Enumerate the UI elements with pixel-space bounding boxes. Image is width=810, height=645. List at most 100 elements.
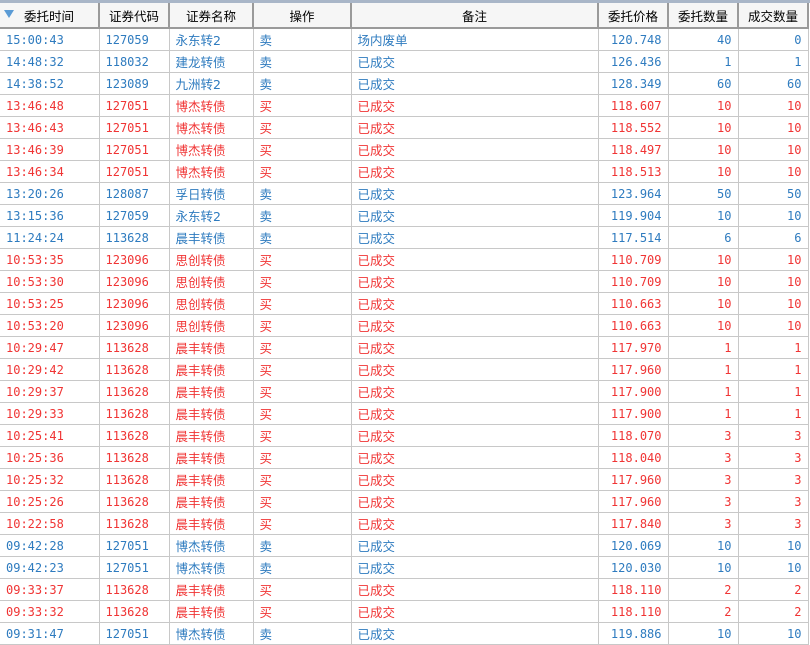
cell-order-qty: 2 xyxy=(668,578,739,601)
cell-code: 113628 xyxy=(99,336,170,359)
table-row[interactable]: 13:46:34 127051 博杰转债买已成交 118.513 10 10 xyxy=(0,160,809,183)
cell-filled-qty: 3 xyxy=(738,512,809,535)
cell-order-qty: 10 xyxy=(668,160,739,183)
cell-action: 买 xyxy=(253,270,352,293)
cell-filled-qty: 10 xyxy=(738,556,809,579)
cell-name: 思创转债 xyxy=(169,292,254,315)
cell-price: 110.663 xyxy=(598,292,669,315)
col-order-qty[interactable]: 委托数量 xyxy=(668,3,739,29)
cell-filled-qty: 0 xyxy=(738,28,809,51)
cell-name: 永东转2 xyxy=(169,28,254,51)
cell-order-time: 10:29:37 xyxy=(0,380,100,403)
cell-filled-qty: 1 xyxy=(738,336,809,359)
cell-name: 思创转债 xyxy=(169,270,254,293)
cell-code: 127051 xyxy=(99,160,170,183)
cell-order-qty: 10 xyxy=(668,622,739,645)
cell-price: 126.436 xyxy=(598,50,669,73)
cell-price: 110.663 xyxy=(598,314,669,337)
cell-order-qty: 3 xyxy=(668,512,739,535)
table-header: 委托时间 证券代码 证券名称 操作 备注 委托价格 委托数量 成交数量 xyxy=(0,3,809,29)
cell-filled-qty: 10 xyxy=(738,138,809,161)
cell-remark: 已成交 xyxy=(351,534,599,557)
cell-filled-qty: 10 xyxy=(738,204,809,227)
table-row[interactable]: 10:29:33 113628 晨丰转债买已成交 117.900 1 1 xyxy=(0,402,809,425)
cell-remark: 已成交 xyxy=(351,380,599,403)
table-row[interactable]: 10:25:32 113628 晨丰转债买已成交 117.960 3 3 xyxy=(0,468,809,491)
table-row[interactable]: 14:48:32 118032 建龙转债卖已成交 126.436 1 1 xyxy=(0,50,809,73)
cell-code: 113628 xyxy=(99,490,170,513)
col-order-time[interactable]: 委托时间 xyxy=(0,3,100,29)
cell-code: 127051 xyxy=(99,94,170,117)
cell-action: 买 xyxy=(253,94,352,117)
table-row[interactable]: 09:33:32 113628 晨丰转债买已成交 118.110 2 2 xyxy=(0,600,809,623)
col-name[interactable]: 证券名称 xyxy=(169,3,254,29)
col-filled-qty[interactable]: 成交数量 xyxy=(738,3,809,29)
table-row[interactable]: 10:25:41 113628 晨丰转债买已成交 118.070 3 3 xyxy=(0,424,809,447)
col-remark[interactable]: 备注 xyxy=(351,3,599,29)
cell-code: 123096 xyxy=(99,270,170,293)
cell-order-time: 10:53:35 xyxy=(0,248,100,271)
cell-name: 晨丰转债 xyxy=(169,380,254,403)
cell-order-time: 11:24:24 xyxy=(0,226,100,249)
cell-name: 博杰转债 xyxy=(169,556,254,579)
cell-code: 113628 xyxy=(99,578,170,601)
cell-filled-qty: 10 xyxy=(738,292,809,315)
table-row[interactable]: 10:53:20 123096 思创转债买已成交 110.663 10 10 xyxy=(0,314,809,337)
cell-action: 买 xyxy=(253,248,352,271)
cell-price: 120.030 xyxy=(598,556,669,579)
cell-code: 123096 xyxy=(99,314,170,337)
table-row[interactable]: 11:24:24 113628 晨丰转债卖已成交 117.514 6 6 xyxy=(0,226,809,249)
cell-name: 博杰转债 xyxy=(169,160,254,183)
table-row[interactable]: 10:22:58 113628 晨丰转债买已成交 117.840 3 3 xyxy=(0,512,809,535)
table-row[interactable]: 10:29:42 113628 晨丰转债买已成交 117.960 1 1 xyxy=(0,358,809,381)
col-code[interactable]: 证券代码 xyxy=(99,3,170,29)
cell-order-qty: 1 xyxy=(668,402,739,425)
cell-filled-qty: 3 xyxy=(738,490,809,513)
table-row[interactable]: 13:15:36 127059 永东转2 卖已成交 119.904 10 10 xyxy=(0,204,809,227)
cell-order-qty: 3 xyxy=(668,446,739,469)
cell-action: 买 xyxy=(253,380,352,403)
table-row[interactable]: 10:29:47 113628 晨丰转债买已成交 117.970 1 1 xyxy=(0,336,809,359)
cell-action: 卖 xyxy=(253,556,352,579)
cell-price: 118.110 xyxy=(598,578,669,601)
cell-price: 119.886 xyxy=(598,622,669,645)
cell-order-qty: 3 xyxy=(668,468,739,491)
table-row[interactable]: 10:53:30 123096 思创转债买已成交 110.709 10 10 xyxy=(0,270,809,293)
cell-code: 123089 xyxy=(99,72,170,95)
table-row[interactable]: 09:33:37 113628 晨丰转债买已成交 118.110 2 2 xyxy=(0,578,809,601)
cell-action: 卖 xyxy=(253,28,352,51)
cell-order-qty: 3 xyxy=(668,490,739,513)
table-row[interactable]: 13:20:26 128087 孚日转债卖已成交 123.964 50 50 xyxy=(0,182,809,205)
cell-price: 110.709 xyxy=(598,270,669,293)
cell-action: 买 xyxy=(253,490,352,513)
table-row[interactable]: 14:38:52 123089 九洲转2 卖已成交 128.349 60 60 xyxy=(0,72,809,95)
cell-remark: 已成交 xyxy=(351,578,599,601)
table-row[interactable]: 09:31:47 127051 博杰转债卖已成交 119.886 10 10 xyxy=(0,622,809,645)
table-row[interactable]: 09:42:23 127051 博杰转债卖已成交 120.030 10 10 xyxy=(0,556,809,579)
cell-order-time: 13:15:36 xyxy=(0,204,100,227)
col-price[interactable]: 委托价格 xyxy=(598,3,669,29)
cell-remark: 已成交 xyxy=(351,556,599,579)
cell-price: 117.514 xyxy=(598,226,669,249)
cell-order-time: 10:25:41 xyxy=(0,424,100,447)
table-row[interactable]: 10:25:26 113628 晨丰转债买已成交 117.960 3 3 xyxy=(0,490,809,513)
cell-price: 118.070 xyxy=(598,424,669,447)
cell-remark: 已成交 xyxy=(351,358,599,381)
table-row[interactable]: 10:53:35 123096 思创转债买已成交 110.709 10 10 xyxy=(0,248,809,271)
col-action[interactable]: 操作 xyxy=(253,3,352,29)
table-row[interactable]: 15:00:43 127059 永东转2 卖场内废单 120.748 40 0 xyxy=(0,28,809,51)
cell-code: 113628 xyxy=(99,468,170,491)
table-row[interactable]: 10:25:36 113628 晨丰转债买已成交 118.040 3 3 xyxy=(0,446,809,469)
table-row[interactable]: 13:46:39 127051 博杰转债买已成交 118.497 10 10 xyxy=(0,138,809,161)
table-row[interactable]: 10:29:37 113628 晨丰转债买已成交 117.900 1 1 xyxy=(0,380,809,403)
cell-code: 113628 xyxy=(99,380,170,403)
cell-remark: 场内废单 xyxy=(351,28,599,51)
cell-order-qty: 10 xyxy=(668,314,739,337)
cell-name: 建龙转债 xyxy=(169,50,254,73)
table-row[interactable]: 13:46:48 127051 博杰转债买已成交 118.607 10 10 xyxy=(0,94,809,117)
table-row[interactable]: 09:42:28 127051 博杰转债卖已成交 120.069 10 10 xyxy=(0,534,809,557)
table-row[interactable]: 13:46:43 127051 博杰转债买已成交 118.552 10 10 xyxy=(0,116,809,139)
cell-order-time: 10:25:26 xyxy=(0,490,100,513)
table-row[interactable]: 10:53:25 123096 思创转债买已成交 110.663 10 10 xyxy=(0,292,809,315)
cell-remark: 已成交 xyxy=(351,468,599,491)
